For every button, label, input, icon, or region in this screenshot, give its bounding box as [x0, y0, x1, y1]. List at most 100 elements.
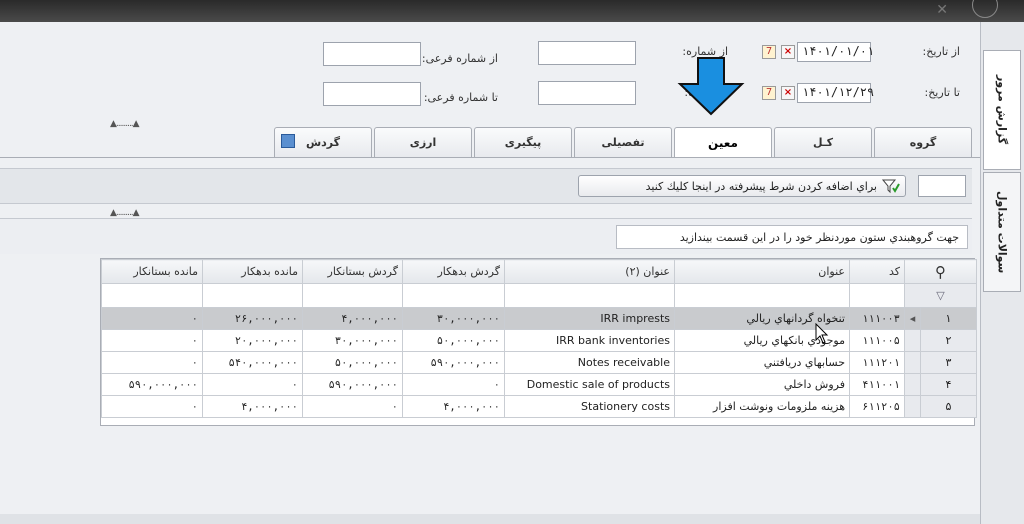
row-number: ۵	[920, 395, 977, 418]
to-sub-number-input[interactable]	[323, 82, 421, 106]
col-credit-turnover[interactable]: گردش بستانکار	[302, 259, 403, 284]
side-tab-review-report[interactable]: گزارش مرور	[983, 50, 1021, 170]
filter-cell[interactable]	[674, 283, 850, 308]
filter-cell[interactable]	[302, 283, 403, 308]
tab-tracking[interactable]: پیگیری	[474, 127, 572, 157]
highlight-arrow-icon	[677, 57, 745, 116]
to-calendar-icon[interactable]: 7	[762, 86, 776, 100]
grid-header-row: مانده بستانکار مانده بدهکار گردش بستانکا…	[101, 259, 977, 284]
cell-credit-balance: ۰	[101, 307, 203, 330]
cell-credit-balance: ۰	[101, 351, 203, 374]
table-row[interactable]: ۰ ۵۴۰,۰۰۰,۰۰۰ ۵۰,۰۰۰,۰۰۰ ۵۹۰,۰۰۰,۰۰۰ Notes r…	[101, 351, 977, 374]
mouse-cursor-icon	[815, 323, 829, 344]
col-debit-turnover[interactable]: گردش بدهکار	[402, 259, 505, 284]
table-row[interactable]: ۰ ۲۰,۰۰۰,۰۰۰ ۳۰,۰۰۰,۰۰۰ ۵۰,۰۰۰,۰۰۰ IRR bank …	[101, 329, 977, 352]
title-bar: ✕	[0, 0, 1024, 22]
cell-code: ۶۱۱۲۰۵	[849, 395, 905, 418]
tab-subsidiary[interactable]: معین	[674, 127, 772, 157]
row-number: ۱	[920, 307, 977, 330]
from-date-field[interactable]: ۱۴۰۱/۰۱/۰۱	[797, 42, 873, 62]
splitter-grip-2[interactable]: ▲.........▲	[110, 208, 140, 218]
to-sub-number-label: تا شماره فرعی:	[423, 91, 498, 104]
from-sub-number-label: از شماره فرعی:	[421, 52, 498, 65]
row-indicator	[904, 395, 921, 418]
cell-credit-turnover: ۴,۰۰۰,۰۰۰	[302, 307, 403, 330]
row-filter-icon[interactable]: ▽	[904, 283, 977, 308]
cell-credit-balance: ۰	[101, 395, 203, 418]
cell-title2: IRR bank inventories	[504, 329, 675, 352]
tab-detailed[interactable]: تفصیلی	[574, 127, 672, 157]
cell-title: هزينه ملزومات ونوشت افزار	[674, 395, 850, 418]
filter-cell[interactable]	[849, 283, 905, 308]
table-row[interactable]: ۰ ۴,۰۰۰,۰۰۰ ۰ ۴,۰۰۰,۰۰۰ Stationery costs هزين…	[101, 395, 977, 418]
col-debit-balance[interactable]: مانده بدهکار	[202, 259, 303, 284]
cell-title2: Notes receivable	[504, 351, 675, 374]
to-date-field[interactable]: ۱۴۰۱/۱۲/۲۹	[797, 83, 873, 103]
filter-cell[interactable]	[402, 283, 505, 308]
cell-debit-balance: ۲۶,۰۰۰,۰۰۰	[202, 307, 303, 330]
cell-debit-turnover: ۵۰,۰۰۰,۰۰۰	[402, 329, 505, 352]
col-title[interactable]: عنوان	[674, 259, 850, 284]
cell-debit-balance: ۰	[202, 373, 303, 396]
row-number: ۳	[920, 351, 977, 374]
clear-to-date-icon[interactable]: ×	[781, 86, 795, 100]
clear-from-date-icon[interactable]: ×	[781, 45, 795, 59]
side-tab-faq[interactable]: سوالات متداول	[983, 172, 1021, 292]
filter-cell[interactable]	[504, 283, 675, 308]
cell-debit-balance: ۵۴۰,۰۰۰,۰۰۰	[202, 351, 303, 374]
cell-debit-balance: ۲۰,۰۰۰,۰۰۰	[202, 329, 303, 352]
side-tab-strip: گزارش مرور سوالات متداول	[980, 22, 1024, 524]
cell-debit-turnover: ۵۹۰,۰۰۰,۰۰۰	[402, 351, 505, 374]
cell-title2: Domestic sale of products	[504, 373, 675, 396]
row-indicator: ◂	[904, 307, 921, 330]
col-title2[interactable]: عنوان (۲)	[504, 259, 675, 284]
group-by-hint: جهت گروهبندي ستون موردنظر خود را در اين …	[616, 225, 968, 249]
advanced-filter-label: براي اضافه كردن شرط پيشرفته در اينجا كلي…	[645, 179, 877, 193]
accounts-grid: مانده بستانکار مانده بدهکار گردش بستانکا…	[100, 258, 977, 426]
filter-funnel-icon	[882, 179, 900, 194]
close-icon[interactable]: ✕	[936, 2, 948, 18]
tab-general[interactable]: کـل	[774, 127, 872, 157]
filter-cell[interactable]	[202, 283, 303, 308]
tab-currency[interactable]: ارزی	[374, 127, 472, 157]
cell-code: ۱۱۱۰۰۵	[849, 329, 905, 352]
splitter-grip[interactable]: ▲.........▲	[110, 119, 140, 129]
filter-row: ▽	[101, 283, 977, 308]
col-code[interactable]: کد	[849, 259, 905, 284]
row-indicator	[904, 351, 921, 374]
to-date-label: تا تاریخ:	[924, 86, 960, 99]
col-credit-balance[interactable]: مانده بستانکار	[101, 259, 203, 284]
tab-turnover[interactable]: گردش	[274, 127, 372, 157]
cell-debit-turnover: ۳۰,۰۰۰,۰۰۰	[402, 307, 505, 330]
tab-group[interactable]: گروه	[874, 127, 972, 157]
tab-turnover-label: گردش	[305, 136, 341, 149]
cell-credit-turnover: ۵۰,۰۰۰,۰۰۰	[302, 351, 403, 374]
cell-title2: IRR imprests	[504, 307, 675, 330]
table-row[interactable]: ۰ ۲۶,۰۰۰,۰۰۰ ۴,۰۰۰,۰۰۰ ۳۰,۰۰۰,۰۰۰ IRR impres…	[101, 307, 977, 330]
to-number-input[interactable]	[538, 81, 636, 105]
cell-code: ۱۱۱۲۰۱	[849, 351, 905, 374]
help-circle-icon[interactable]	[972, 0, 998, 18]
row-number: ۲	[920, 329, 977, 352]
cell-debit-turnover: ۴,۰۰۰,۰۰۰	[402, 395, 505, 418]
cell-debit-turnover: ۰	[402, 373, 505, 396]
cell-code: ۴۱۱۰۰۱	[849, 373, 905, 396]
grid-search-icon[interactable]: ⚲	[904, 259, 977, 284]
turnover-settings-icon	[281, 134, 295, 148]
table-row[interactable]: ۵۹۰,۰۰۰,۰۰۰ ۰ ۵۹۰,۰۰۰,۰۰۰ ۰ Domestic sale of…	[101, 373, 977, 396]
status-band	[0, 514, 980, 524]
cell-title2: Stationery costs	[504, 395, 675, 418]
cell-title: حسابهاي دريافتني	[674, 351, 850, 374]
advanced-filter-button[interactable]: براي اضافه كردن شرط پيشرفته در اينجا كلي…	[578, 175, 906, 197]
row-indicator	[904, 329, 921, 352]
row-indicator	[904, 373, 921, 396]
from-calendar-icon[interactable]: 7	[762, 45, 776, 59]
from-number-input[interactable]	[538, 41, 636, 65]
filter-cell[interactable]	[101, 283, 203, 308]
cell-credit-balance: ۵۹۰,۰۰۰,۰۰۰	[101, 373, 203, 396]
from-sub-number-input[interactable]	[323, 42, 421, 66]
filter-option-box[interactable]	[918, 175, 966, 197]
tab-divider	[0, 157, 980, 158]
cell-title: فروش داخلي	[674, 373, 850, 396]
cell-credit-turnover: ۰	[302, 395, 403, 418]
